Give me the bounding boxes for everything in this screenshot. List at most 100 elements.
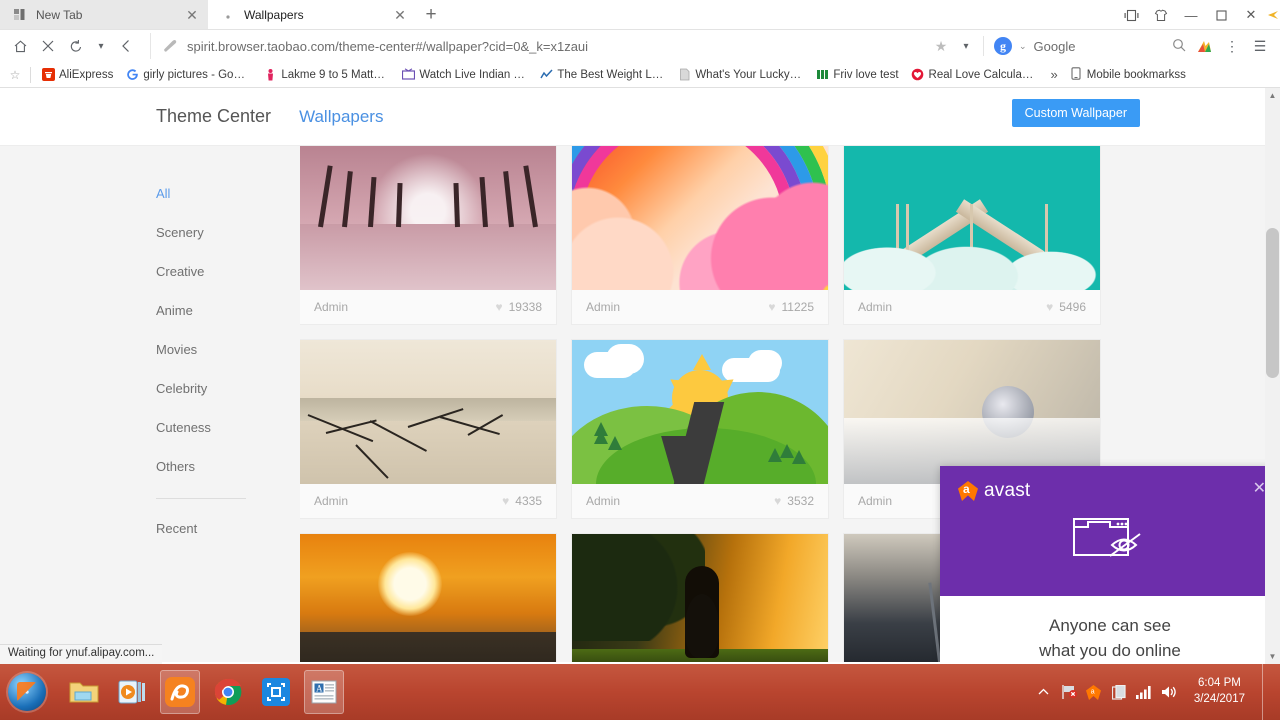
wallpaper-card[interactable]: Admin ♥ 3532: [572, 340, 828, 518]
system-tray: a 6:04 PM 3/24/2017: [1036, 664, 1280, 720]
tab-new-tab[interactable]: New Tab ✕: [0, 0, 208, 29]
wallpaper-thumbnail-sunset[interactable]: [300, 534, 556, 662]
avast-mark-icon: [958, 481, 978, 501]
sidebar-item-others[interactable]: Others: [156, 459, 300, 498]
wallpaper-thumbnail-rainbow[interactable]: [572, 146, 828, 290]
search-icon[interactable]: [1172, 38, 1186, 55]
address-bar[interactable]: spirit.browser.taobao.com/theme-center#/…: [150, 33, 921, 59]
menu-lines-icon[interactable]: ☰: [1246, 32, 1274, 60]
bookmark-live-indian-tv[interactable]: Watch Live Indian Tv...: [395, 68, 533, 82]
home-icon[interactable]: [6, 32, 34, 60]
close-window-button[interactable]: ✕: [1236, 0, 1266, 30]
network-signal-icon[interactable]: [1135, 684, 1152, 700]
bookmark-friv-love-test[interactable]: Friv love test: [809, 68, 904, 82]
wallpaper-thumbnail-hills[interactable]: [572, 340, 828, 484]
minimize-button[interactable]: —: [1176, 0, 1206, 30]
reload-caret-icon[interactable]: ▾: [90, 32, 112, 60]
stop-icon[interactable]: [34, 32, 62, 60]
sidebar-item-celebrity[interactable]: Celebrity: [156, 381, 300, 420]
bookmarks-overflow-button[interactable]: »: [1043, 67, 1066, 82]
close-icon[interactable]: ✕: [184, 8, 200, 22]
uc-extension-icon[interactable]: [1190, 32, 1218, 60]
page-scrollbar[interactable]: ▲ ▼: [1265, 88, 1280, 664]
bookmarks-bar: ☆ AliExpress girly pictures - Goog... La…: [0, 62, 1280, 88]
tab-wallpapers[interactable]: Wallpapers ✕: [208, 0, 416, 29]
bookmark-aliexpress[interactable]: AliExpress: [35, 68, 119, 82]
action-center-icon[interactable]: [1111, 684, 1127, 700]
wallpaper-card-footer: Admin ♥ 19338: [300, 290, 556, 324]
sidebar-item-creative[interactable]: Creative: [156, 264, 300, 303]
wallpaper-card[interactable]: Admin ♥ 4335: [300, 340, 556, 518]
media-player-icon[interactable]: [112, 670, 152, 714]
clock-date: 3/24/2017: [1193, 693, 1245, 705]
start-button[interactable]: [0, 665, 54, 719]
nav-wallpapers[interactable]: Wallpapers: [299, 107, 383, 127]
heart-icon: ♥: [1046, 300, 1054, 314]
sidebar-item-movies[interactable]: Movies: [156, 342, 300, 381]
wallpaper-author: Admin: [586, 300, 621, 314]
wallpaper-thumbnail-waterdrop[interactable]: [844, 340, 1100, 484]
wallpaper-thumbnail-sakura[interactable]: [300, 146, 556, 290]
shirt-icon[interactable]: [1146, 0, 1176, 30]
scroll-up-arrow[interactable]: ▲: [1265, 88, 1280, 103]
wallpaper-card[interactable]: Admin ♥ 5496: [844, 146, 1100, 324]
site-icon: [161, 38, 179, 54]
close-icon[interactable]: ✕: [392, 8, 408, 22]
avast-brand-label: avast: [984, 480, 1031, 501]
show-hidden-icons-button[interactable]: [1036, 684, 1052, 700]
uc-browser-icon[interactable]: [160, 670, 200, 714]
wallpaper-card-footer: Admin ♥ 3532: [572, 484, 828, 518]
chrome-icon[interactable]: [208, 670, 248, 714]
maximize-button[interactable]: [1206, 0, 1236, 30]
menu-dots-icon[interactable]: ⋮: [1218, 32, 1246, 60]
bookmark-girly-pictures[interactable]: girly pictures - Goog...: [119, 68, 257, 82]
sidebar-item-cuteness[interactable]: Cuteness: [156, 420, 300, 459]
avast-promo-popup[interactable]: avast ✕ Anyone can see what you do: [940, 466, 1280, 662]
screenshot-tool-icon[interactable]: [256, 670, 296, 714]
new-tab-button[interactable]: +: [416, 0, 446, 29]
scroll-down-arrow[interactable]: ▼: [1265, 649, 1280, 664]
wallpaper-thumbnail-girl-sunset[interactable]: [572, 534, 828, 662]
volume-icon[interactable]: [1161, 684, 1177, 700]
sidebar-item-anime[interactable]: Anime: [156, 303, 300, 342]
windows-taskbar: A a 6:04 PM 3/24/2017: [0, 664, 1280, 720]
avast-tray-icon[interactable]: a: [1086, 684, 1102, 700]
wallpaper-card[interactable]: Admin ♥ 19338: [300, 146, 556, 324]
custom-wallpaper-button[interactable]: Custom Wallpaper: [1011, 99, 1140, 127]
search-box[interactable]: g ⌄ Google: [990, 33, 1190, 59]
mobile-icon: [1070, 66, 1082, 83]
bookmarks-star-icon[interactable]: ☆: [4, 68, 26, 82]
sidebar-item-all[interactable]: All: [156, 186, 300, 225]
news-reader-icon[interactable]: A: [304, 670, 344, 714]
url-text: spirit.browser.taobao.com/theme-center#/…: [187, 38, 589, 54]
chevron-down-icon[interactable]: ⌄: [1019, 41, 1027, 52]
wallpaper-card[interactable]: [572, 534, 828, 662]
bookmark-best-weight-loss[interactable]: The Best Weight Los...: [533, 68, 671, 82]
cast-icon[interactable]: [1116, 0, 1146, 30]
extension-overflow-icon[interactable]: [1266, 0, 1280, 30]
sidebar-item-recent[interactable]: Recent: [156, 521, 300, 560]
category-sidebar: All Scenery Creative Anime Movies Celebr…: [140, 146, 300, 662]
bookmark-lucky-day[interactable]: What's Your Lucky D...: [671, 68, 809, 82]
bookmark-mobile-bookmarks[interactable]: Mobile bookmarkss: [1066, 66, 1190, 83]
wallpaper-likes: ♥ 4335: [502, 494, 542, 508]
wallpaper-thumbnail-branches[interactable]: [300, 340, 556, 484]
network-flag-icon[interactable]: [1061, 684, 1077, 700]
sidebar-item-scenery[interactable]: Scenery: [156, 225, 300, 264]
scrollbar-thumb[interactable]: [1266, 228, 1279, 378]
wallpaper-card[interactable]: [300, 534, 556, 662]
show-desktop-button[interactable]: [1262, 664, 1272, 720]
close-icon[interactable]: ✕: [1253, 478, 1266, 498]
wallpaper-thumbnail-architecture[interactable]: [844, 146, 1100, 290]
back-icon[interactable]: [112, 32, 140, 60]
bookmark-star-icon[interactable]: ★: [927, 32, 955, 60]
wallpaper-card[interactable]: Admin ♥ 11225: [572, 146, 828, 324]
bookmark-love-calculator[interactable]: Real Love Calculator ...: [905, 68, 1043, 82]
wallpaper-author: Admin: [586, 494, 621, 508]
reload-icon[interactable]: [62, 32, 90, 60]
file-explorer-icon[interactable]: [64, 670, 104, 714]
bookmark-lakme[interactable]: Lakme 9 to 5 Matte L...: [257, 68, 395, 82]
bookmark-caret-icon[interactable]: ▾: [955, 32, 977, 60]
tab-strip: New Tab ✕ Wallpapers ✕ + — ✕: [0, 0, 1280, 30]
taskbar-clock[interactable]: 6:04 PM 3/24/2017: [1186, 676, 1253, 707]
